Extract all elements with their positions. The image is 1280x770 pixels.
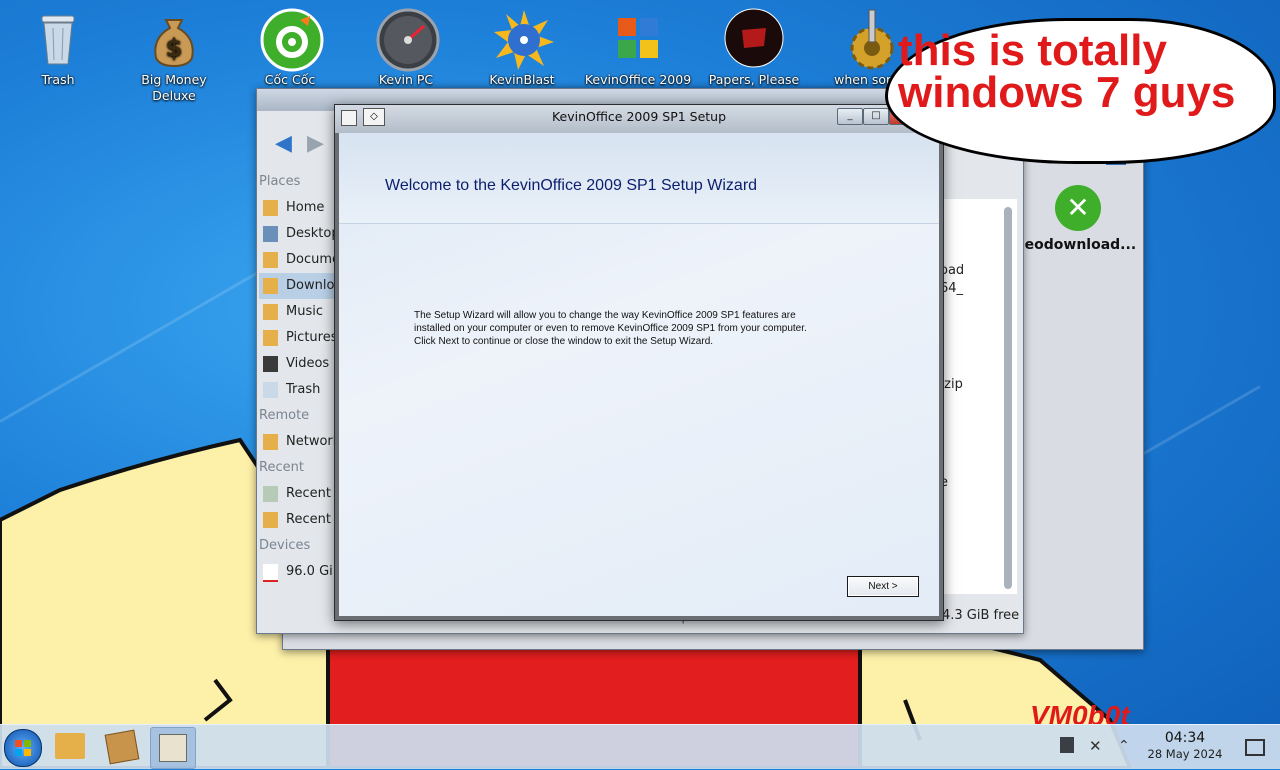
section-remote: Remote <box>259 408 310 423</box>
setup-description-line: installed on your computer or even to re… <box>414 323 807 334</box>
show-desktop-icon[interactable] <box>1245 739 1265 756</box>
desktop-icon-big-money-deluxe[interactable]: $ Big Money Deluxe <box>119 8 229 104</box>
papers-please-icon <box>724 8 784 68</box>
pin-icon[interactable]: ◇ <box>363 108 385 126</box>
section-places: Places <box>259 174 301 189</box>
section-devices: Devices <box>259 538 311 553</box>
pictures-folder-icon <box>263 330 278 346</box>
desktop-icon-label: Trash <box>41 72 75 87</box>
minimize-button[interactable]: _ <box>837 108 863 125</box>
sidebar-item-network[interactable]: Network <box>259 429 339 455</box>
trash-icon <box>28 8 88 68</box>
setup-description: The Setup Wizard will allow you to chang… <box>414 309 864 348</box>
trash-icon <box>263 382 278 398</box>
setup-title: KevinOffice 2009 SP1 Setup <box>551 109 727 124</box>
file-item[interactable]: ✕ leodownload... <box>1018 185 1138 253</box>
sidebar-item-home[interactable]: Home <box>259 195 339 221</box>
desktop-icon-label: KevinBlast <box>489 72 555 87</box>
desktop-icon-papers-please[interactable]: Papers, Please <box>699 8 809 88</box>
volume-muted-icon[interactable]: ✕ <box>1089 737 1107 755</box>
desktop-icon-kevinblast[interactable]: KevinBlast <box>467 8 577 88</box>
taskbar-file-manager[interactable] <box>48 727 92 767</box>
sidebar-item-downloads[interactable]: Downloads <box>259 273 339 299</box>
money-bag-icon: $ <box>144 8 204 68</box>
desktop-icon-coccoc[interactable]: Cốc Cốc <box>235 8 345 88</box>
forward-arrow-icon[interactable]: ▶ <box>307 131 324 156</box>
setup-heading: Welcome to the KevinOffice 2009 SP1 Setu… <box>385 177 758 194</box>
places-sidebar: Places Home Desktop Documents Downloads … <box>259 169 339 585</box>
sidebar-item-videos[interactable]: Videos <box>259 351 339 377</box>
file-list-area[interactable]: oad 64_ .zip e <box>937 199 1017 594</box>
next-button[interactable]: Next > <box>847 576 919 597</box>
burning-disc-icon <box>492 8 554 70</box>
speedometer-icon <box>376 8 440 72</box>
sidebar-item-recent-files[interactable]: Recent Files <box>259 481 339 507</box>
setup-header: Welcome to the KevinOffice 2009 SP1 Setu… <box>339 133 939 224</box>
sidebar-item-trash[interactable]: Trash <box>259 377 339 403</box>
tools-icon: ✕ <box>1055 185 1101 231</box>
home-folder-icon <box>263 200 278 216</box>
back-arrow-icon[interactable]: ◀ <box>275 131 292 156</box>
gear-icon <box>840 8 900 70</box>
file-item-label: leodownload... <box>1019 237 1137 253</box>
setup-dialog[interactable]: KevinOffice 2009 SP1 Setup ◇ _ □ ✕ Welco… <box>334 104 944 621</box>
desktop-icon-label: Kevin PC <box>378 72 434 87</box>
desktop-icon-label: Big Money Deluxe <box>141 72 207 103</box>
desktop-icon-label: Cốc Cốc <box>264 72 316 87</box>
coccoc-browser-icon <box>260 8 324 72</box>
setup-description-line: Click Next to continue or close the wind… <box>414 336 714 347</box>
maximize-button[interactable]: □ <box>863 108 889 125</box>
clipboard-icon[interactable] <box>1060 737 1074 753</box>
vertical-scrollbar[interactable] <box>1004 207 1012 589</box>
clock-date[interactable]: 28 May 2024 <box>1140 747 1230 761</box>
setup-description-line: The Setup Wizard will allow you to chang… <box>414 310 796 321</box>
bubble-text: this is totally windows 7 guys <box>898 26 1236 117</box>
office-logo-icon <box>608 8 668 68</box>
desktop-icon-label: KevinOffice 2009 <box>584 72 692 87</box>
section-recent: Recent <box>259 460 304 475</box>
sidebar-item-documents[interactable]: Documents <box>259 247 339 273</box>
videos-folder-icon <box>263 356 278 372</box>
taskbar-setup[interactable] <box>150 727 196 769</box>
folder-icon <box>55 733 85 759</box>
sidebar-item-pictures[interactable]: Pictures <box>259 325 339 351</box>
desktop-icon <box>263 226 278 242</box>
setup-body: Welcome to the KevinOffice 2009 SP1 Setu… <box>339 133 939 616</box>
sidebar-item-recent-locations[interactable]: Recent Locations <box>259 507 339 533</box>
recent-locations-icon <box>263 512 278 528</box>
chevron-up-icon[interactable]: ⌃ <box>1118 737 1136 755</box>
clock-time[interactable]: 04:34 <box>1150 730 1220 746</box>
network-folder-icon <box>263 434 278 450</box>
app-menu-icon[interactable] <box>341 110 357 126</box>
drive-icon <box>263 564 278 582</box>
desktop-icon-label: Papers, Please <box>708 72 800 87</box>
music-folder-icon <box>263 304 278 320</box>
sidebar-item-drive[interactable]: 96.0 GiB <box>259 559 339 585</box>
desktop-icon-kevinoffice[interactable]: KevinOffice 2009 <box>583 8 693 88</box>
installer-icon <box>159 734 187 762</box>
desktop-icon-kevin-pc[interactable]: Kevin PC <box>351 8 461 88</box>
downloads-folder-icon <box>263 278 278 294</box>
svg-text:$: $ <box>166 34 183 62</box>
recent-files-icon <box>263 486 278 502</box>
sidebar-item-desktop[interactable]: Desktop <box>259 221 339 247</box>
start-button[interactable] <box>4 729 42 767</box>
sidebar-item-music[interactable]: Music <box>259 299 339 325</box>
windows-logo-icon <box>15 740 31 756</box>
taskbar-archive-manager[interactable] <box>100 727 144 767</box>
desktop-icon-trash[interactable]: Trash <box>3 8 113 88</box>
package-icon <box>104 729 140 765</box>
documents-folder-icon <box>263 252 278 268</box>
free-space-label: 4.3 GiB free <box>942 608 1020 623</box>
